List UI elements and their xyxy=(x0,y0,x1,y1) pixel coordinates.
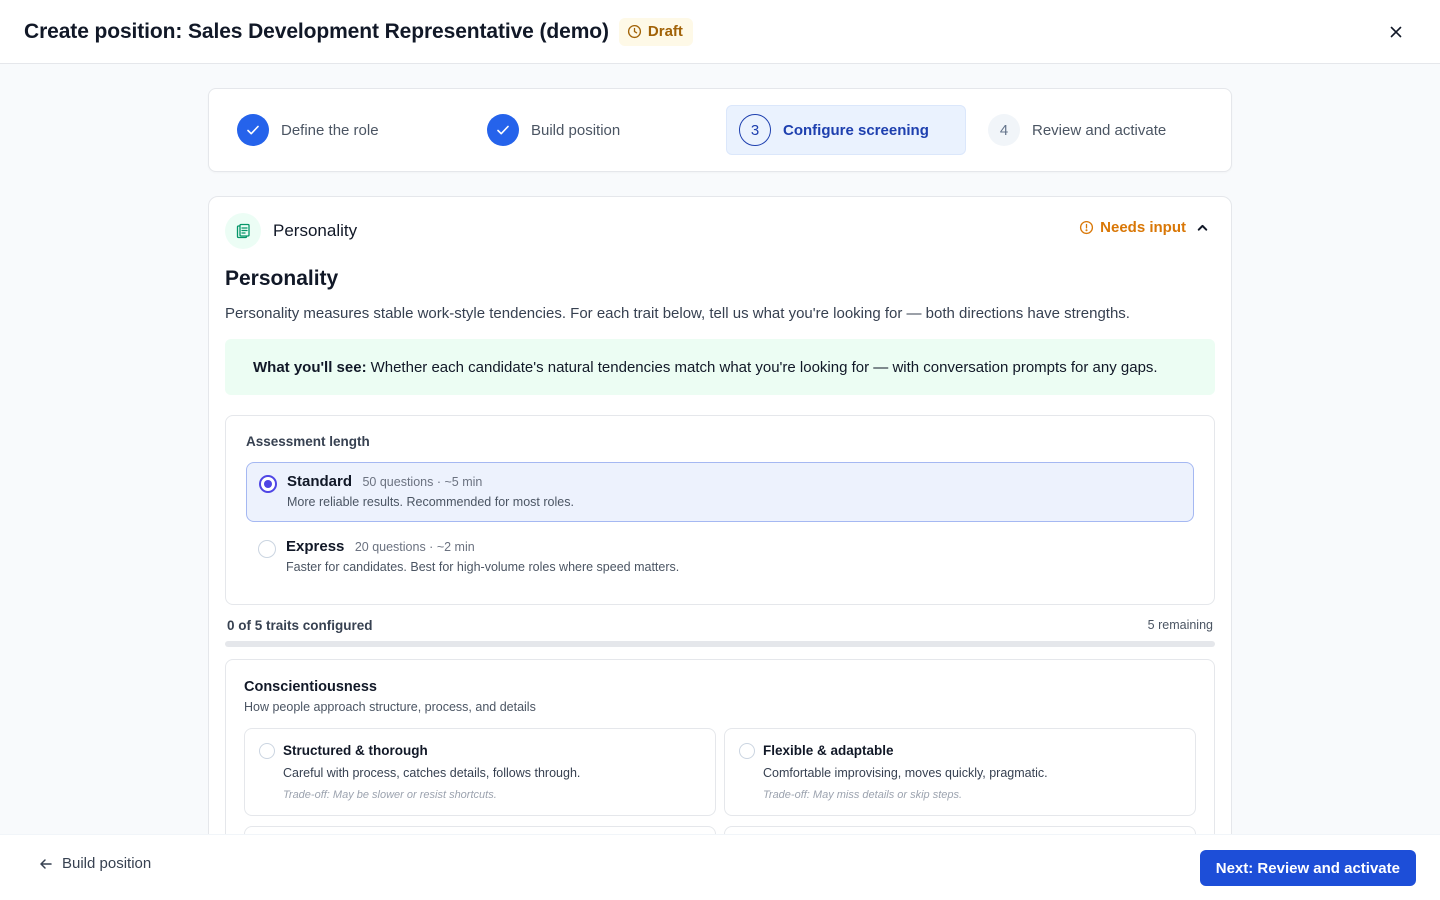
next-button[interactable]: Next: Review and activate xyxy=(1199,850,1416,886)
option-meta: 20 questions · ~2 min xyxy=(354,540,475,554)
step-label: Configure screening xyxy=(783,121,929,139)
top-bar: Create position: Sales Development Repre… xyxy=(0,0,1440,64)
personality-card: Personality Needs input Personality Pers… xyxy=(208,196,1232,900)
info-callout-text: Whether each candidate's natural tendenc… xyxy=(370,358,1158,376)
assessment-length-group: Assessment length Standard 50 questions … xyxy=(225,415,1215,605)
chevron-up-icon xyxy=(1197,224,1208,231)
choice-name: Structured & thorough xyxy=(283,743,428,758)
check-icon xyxy=(497,125,509,135)
step-label: Define the role xyxy=(281,121,379,139)
clock-icon xyxy=(627,24,641,39)
step-complete-indicator xyxy=(237,114,269,146)
arrow-left-icon xyxy=(40,858,52,869)
option-name: Express xyxy=(286,538,345,555)
assessment-length-title: Assessment length xyxy=(246,434,370,449)
choice-flexible-adaptable[interactable]: Flexible & adaptable Comfortable improvi… xyxy=(724,728,1196,816)
section-heading: Personality xyxy=(225,267,339,290)
choice-description: Careful with process, catches details, f… xyxy=(283,766,581,780)
section-icon xyxy=(225,213,261,249)
option-name: Standard xyxy=(287,473,353,490)
stepper: Define the role Build position 3 Configu… xyxy=(208,88,1232,172)
traits-remaining: 5 remaining xyxy=(1147,618,1213,632)
option-meta: 50 questions · ~5 min xyxy=(362,475,483,489)
step-configure-screening[interactable]: 3 Configure screening xyxy=(726,105,966,155)
check-icon xyxy=(247,125,259,135)
close-icon xyxy=(1390,26,1402,38)
info-callout: What you'll see: Whether each candidate'… xyxy=(225,339,1215,395)
clipboard-icon xyxy=(236,223,250,239)
option-subtext: More reliable results. Recommended for m… xyxy=(287,495,574,509)
choice-tradeoff: Trade-off: May be slower or resist short… xyxy=(283,789,497,801)
alert-circle-icon xyxy=(1080,220,1094,235)
radio-unselected[interactable] xyxy=(259,743,275,759)
option-subtext: Faster for candidates. Best for high-vol… xyxy=(286,560,680,574)
choice-name: Flexible & adaptable xyxy=(763,743,894,758)
needs-input-label: Needs input xyxy=(1100,219,1186,236)
section-description: Personality measures stable work-style t… xyxy=(225,305,1130,322)
info-callout-label: What you'll see: xyxy=(253,358,367,376)
radio-unselected[interactable] xyxy=(258,540,276,558)
draft-badge: Draft xyxy=(618,17,693,46)
step-build-position[interactable]: Build position xyxy=(475,105,711,155)
traits-progress-label: 0 of 5 traits configured xyxy=(227,618,373,633)
step-number: 4 xyxy=(988,114,1020,146)
step-define-the-role[interactable]: Define the role xyxy=(225,105,461,155)
step-label: Build position xyxy=(531,121,621,139)
option-standard[interactable]: Standard 50 questions · ~5 min More reli… xyxy=(246,462,1194,522)
step-label: Review and activate xyxy=(1032,121,1167,139)
radio-selected[interactable] xyxy=(259,475,277,493)
radio-unselected[interactable] xyxy=(739,743,755,759)
choice-tradeoff: Trade-off: May miss details or skip step… xyxy=(763,789,963,801)
section-header[interactable]: Personality Needs input xyxy=(225,213,1215,249)
option-express[interactable]: Express 20 questions · ~2 min Faster for… xyxy=(246,528,1194,588)
traits-progress-bar xyxy=(225,641,1215,647)
footer-bar: Build position Next: Review and activate xyxy=(0,834,1440,900)
trait-name: Conscientiousness xyxy=(244,679,377,695)
trait-description: How people approach structure, process, … xyxy=(244,700,536,714)
choice-description: Comfortable improvising, moves quickly, … xyxy=(763,766,1048,780)
back-button-label: Build position xyxy=(62,855,152,872)
back-button[interactable]: Build position xyxy=(38,855,151,872)
step-complete-indicator xyxy=(487,114,519,146)
page-title: Create position: Sales Development Repre… xyxy=(24,19,609,43)
draft-badge-label: Draft xyxy=(647,23,683,40)
section-name: Personality xyxy=(273,221,358,240)
step-review-and-activate[interactable]: 4 Review and activate xyxy=(976,105,1216,155)
close-button[interactable] xyxy=(1384,20,1408,44)
step-number: 3 xyxy=(739,114,771,146)
choice-structured-thorough[interactable]: Structured & thorough Careful with proce… xyxy=(244,728,716,816)
needs-input-toggle[interactable]: Needs input xyxy=(1079,219,1209,236)
